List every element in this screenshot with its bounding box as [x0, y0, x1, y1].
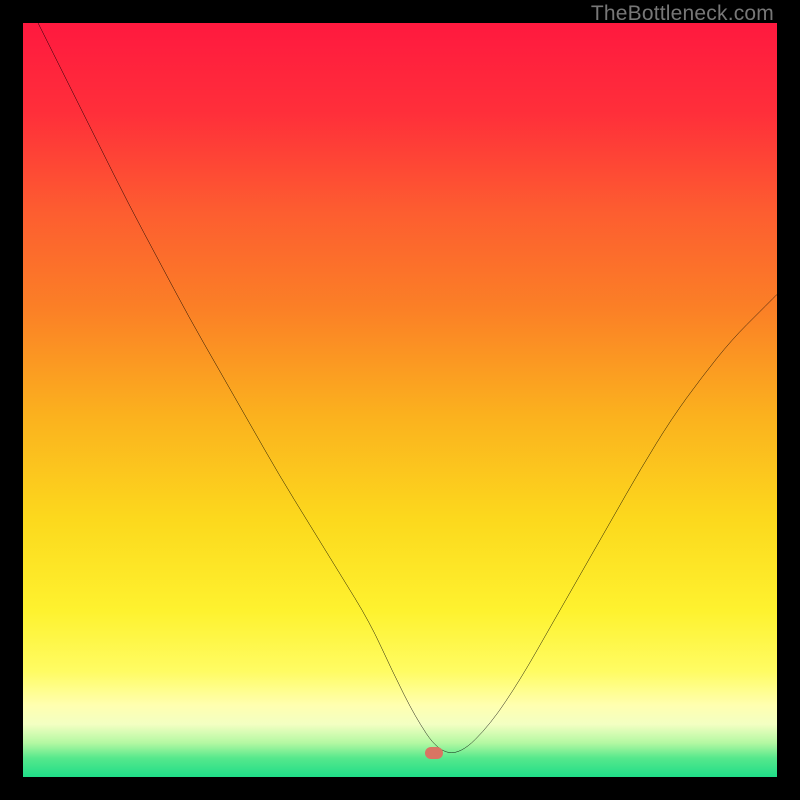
bottleneck-curve — [23, 23, 777, 777]
optimal-marker — [425, 747, 443, 759]
watermark-label: TheBottleneck.com — [591, 2, 774, 26]
plot-area — [23, 23, 777, 777]
chart-frame: TheBottleneck.com — [0, 0, 800, 800]
